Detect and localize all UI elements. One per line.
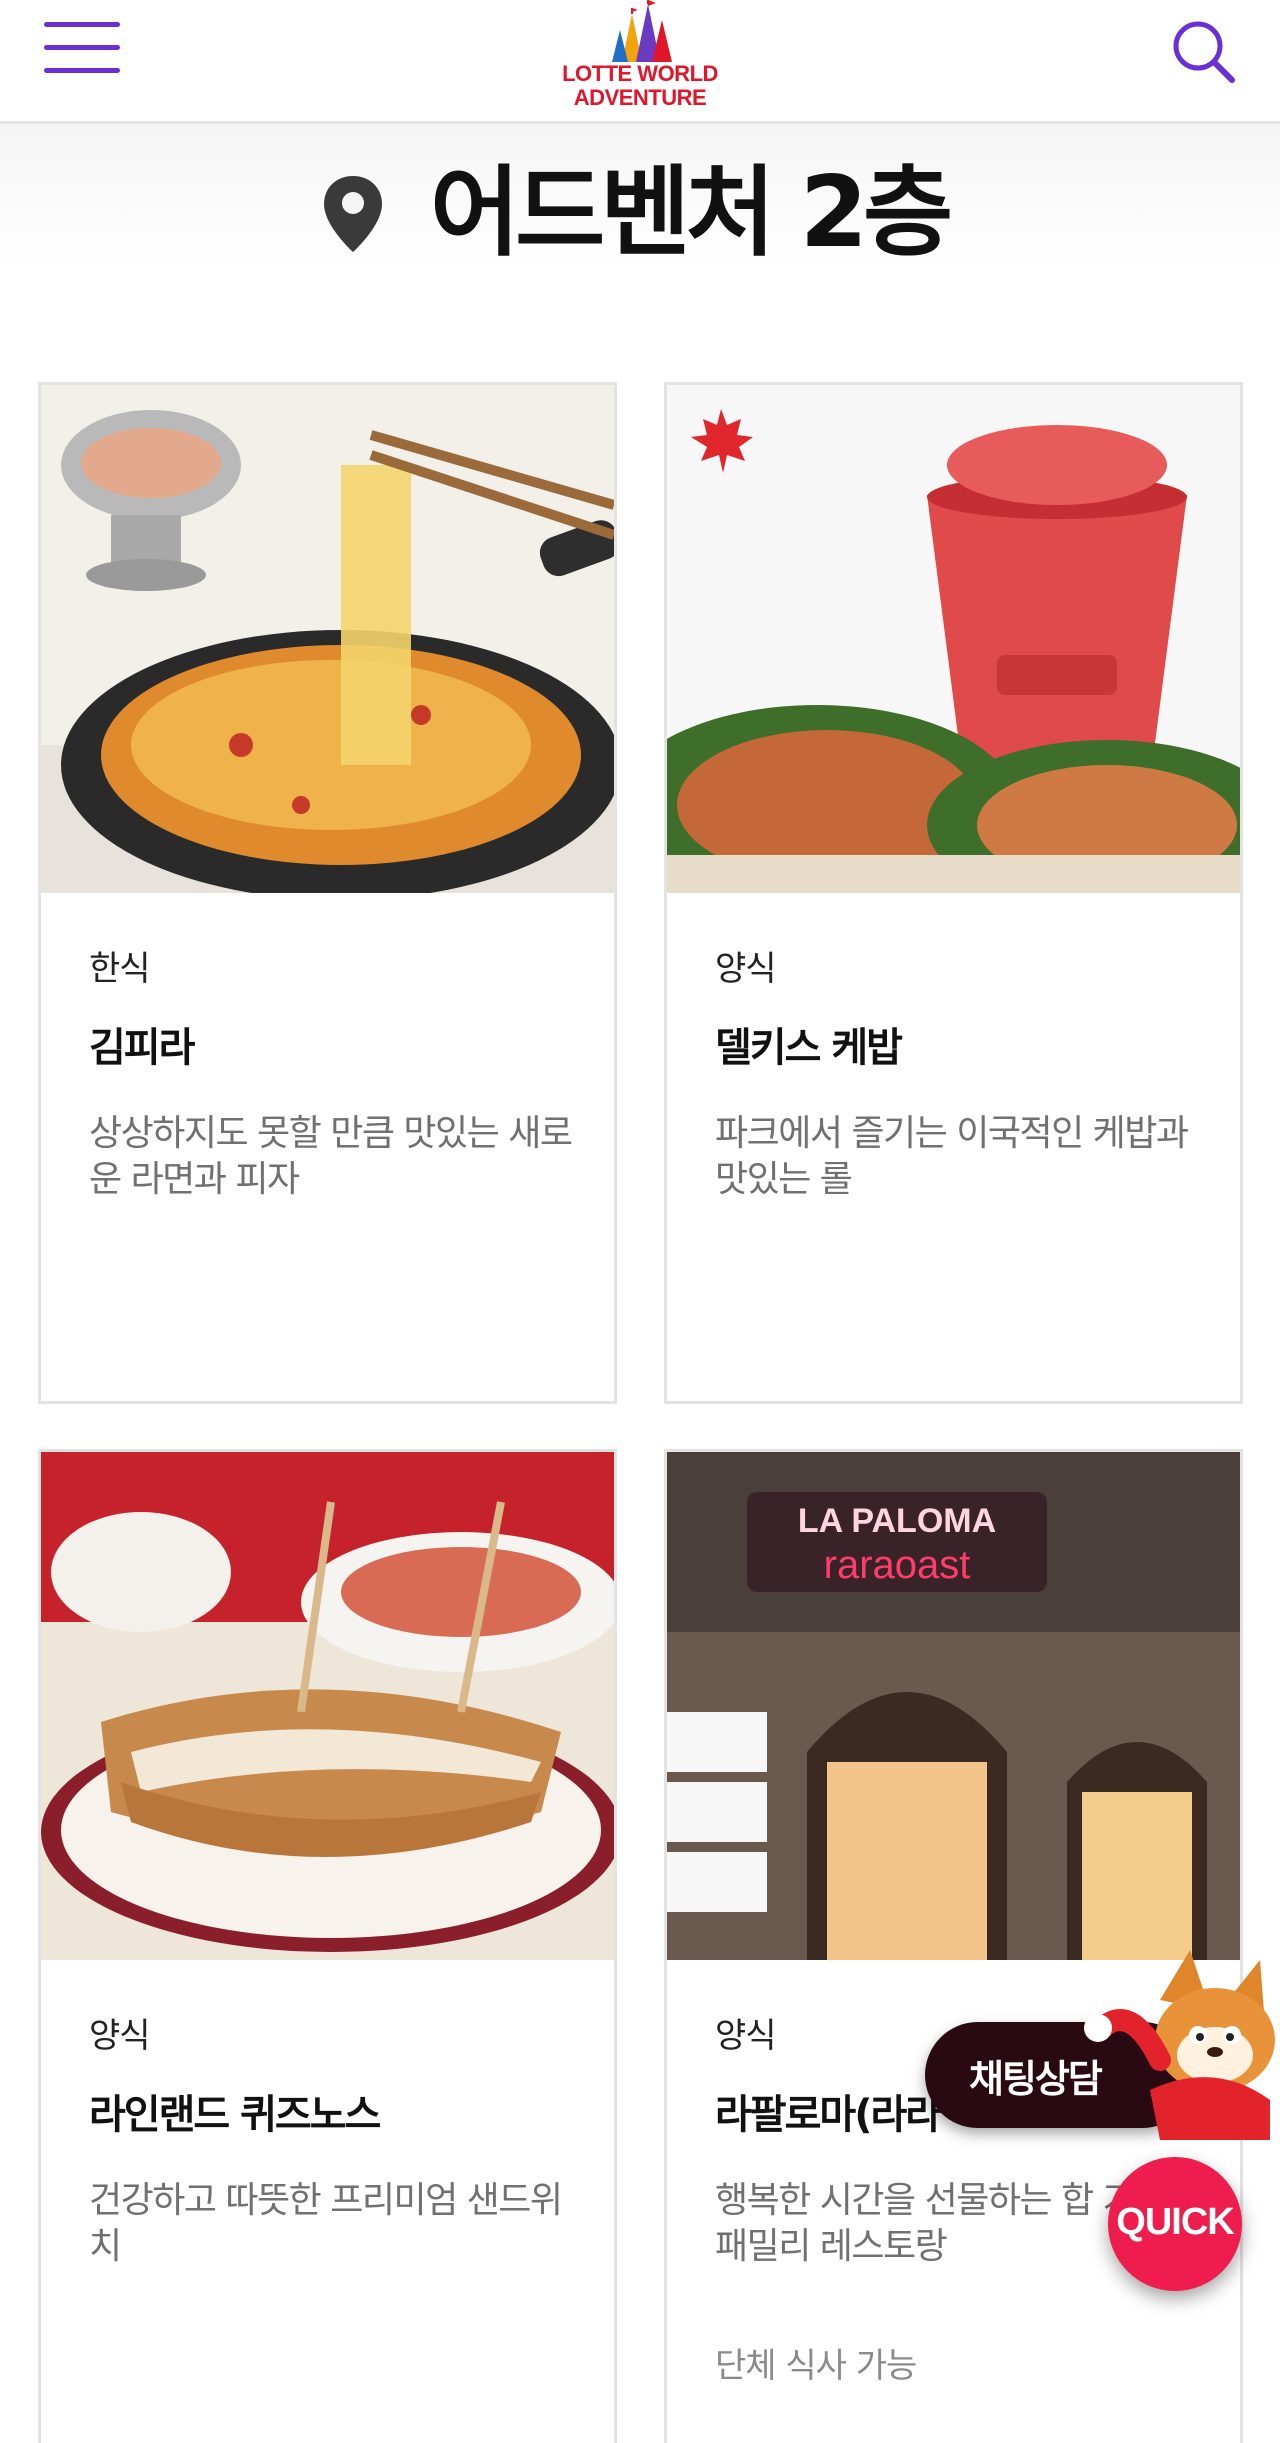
- cheese-tteokbokki-pan-photo: [41, 385, 614, 893]
- svg-text:raraoast: raraoast: [824, 1543, 971, 1587]
- hamburger-menu-icon[interactable]: [44, 22, 120, 74]
- top-header: LOTTE WORLD ADVENTURE: [0, 0, 1280, 124]
- page-title: 어드벤처 2층: [430, 156, 953, 270]
- sub-sandwich-photo: [41, 1452, 614, 1960]
- search-icon[interactable]: [1170, 16, 1238, 84]
- card-restaurant-name: 라인랜드 퀴즈노스: [89, 2092, 381, 2138]
- logo-text-line1: LOTTE WORLD: [562, 61, 718, 86]
- card-restaurant-name: 델키스 케밥: [715, 1025, 903, 1071]
- card-category: 양식: [715, 949, 777, 989]
- castle-logo-icon: [612, 0, 672, 62]
- lotte-world-adventure-logo[interactable]: LOTTE WORLD ADVENTURE: [540, 0, 740, 118]
- location-pin-icon: [324, 176, 382, 252]
- card-description: 파크에서 즐기는 이국적인 케밥과 맛있는 롤: [715, 1113, 1189, 1200]
- card-restaurant-name: 김피라: [89, 1025, 195, 1071]
- restaurant-card-delkis-kebab[interactable]: 양식 델키스 케밥 파크에서 즐기는 이국적인 케밥과 맛있는 롤: [664, 382, 1243, 1404]
- page-title-section: 어드벤처 2층: [0, 124, 1280, 324]
- la-paloma-storefront-photo: LA PALOMA raraoast: [667, 1452, 1240, 1960]
- card-category: 양식: [89, 2016, 151, 2056]
- quick-label: QUICK: [1116, 2201, 1234, 2243]
- svg-text:LA PALOMA: LA PALOMA: [798, 1502, 996, 1540]
- restaurant-card-kimpira[interactable]: 한식 김피라 상상하지도 못할 만큼 맛있는 새로운 라면과 피자: [38, 382, 617, 1404]
- card-restaurant-name: 라팔로마(라라: [715, 2092, 942, 2138]
- restaurant-card-rhineland-quiznos[interactable]: 양식 라인랜드 퀴즈노스 건강하고 따뜻한 프리미엄 샌드위치: [38, 1449, 617, 2443]
- quick-menu-button[interactable]: QUICK: [1108, 2157, 1242, 2291]
- raccoon-mascot-icon: [1084, 1950, 1275, 2140]
- card-category: 양식: [715, 2016, 777, 2056]
- maple-leaf-icon: [691, 409, 753, 473]
- card-note: 단체 식사 가능: [715, 2346, 917, 2386]
- card-category: 한식: [89, 949, 151, 989]
- card-description: 상상하지도 못할 만큼 맛있는 새로운 라면과 피자: [89, 1113, 573, 1200]
- card-description: 건강하고 따뜻한 프리미엄 샌드위치: [89, 2180, 563, 2267]
- logo-text-line2: ADVENTURE: [573, 85, 707, 110]
